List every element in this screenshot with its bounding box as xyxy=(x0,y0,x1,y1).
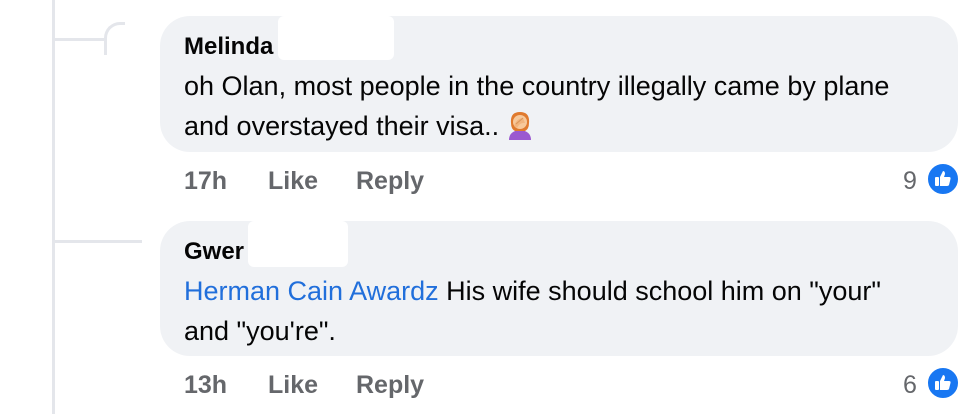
thread-line-vertical xyxy=(52,0,55,414)
like-reaction-icon[interactable] xyxy=(926,162,960,196)
comment-text: oh Olan, most people in the country ille… xyxy=(184,66,898,146)
comment-bubble: Gwer Herman Cain Awardz His wife should … xyxy=(160,221,958,356)
author-redaction xyxy=(278,16,394,60)
like-reaction-icon[interactable] xyxy=(926,366,960,400)
comment-text-content: oh Olan, most people in the country ille… xyxy=(184,71,890,141)
comment-timestamp[interactable]: 13h xyxy=(184,371,227,400)
author-redaction xyxy=(248,221,348,267)
reaction-count[interactable]: 9 xyxy=(903,167,917,196)
comment-text: Herman Cain Awardz His wife should schoo… xyxy=(184,271,898,351)
reaction-count[interactable]: 6 xyxy=(903,371,917,400)
thread-line-branch xyxy=(52,240,142,243)
comment-timestamp[interactable]: 17h xyxy=(184,167,227,196)
reply-button[interactable]: Reply xyxy=(356,371,424,400)
like-button[interactable]: Like xyxy=(268,371,318,400)
reply-button[interactable]: Reply xyxy=(356,167,424,196)
comment-author[interactable]: Gwer xyxy=(184,238,244,266)
thread-line-branch xyxy=(52,38,104,41)
like-button[interactable]: Like xyxy=(268,167,318,196)
comment-bubble: Melinda oh Olan, most people in the coun… xyxy=(160,16,958,152)
face-palm-emoji-icon xyxy=(505,109,535,141)
comment-author[interactable]: Melinda xyxy=(184,33,273,61)
thread-curve xyxy=(104,22,125,55)
mentioned-user-link[interactable]: Herman Cain Awardz xyxy=(184,276,439,306)
